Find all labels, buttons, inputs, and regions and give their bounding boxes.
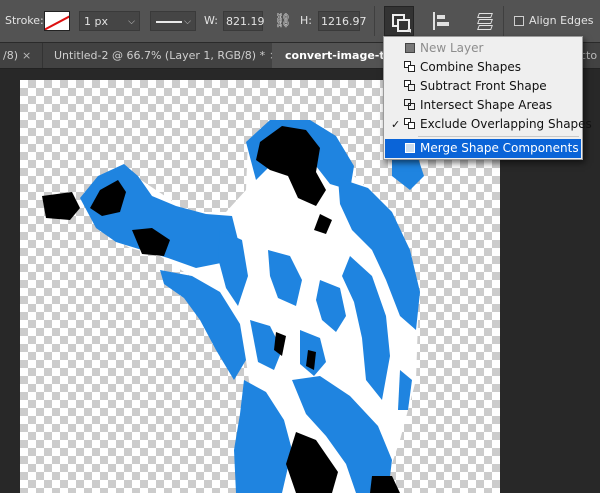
menu-item-label: New Layer [420,41,484,55]
stroke-type-dropdown[interactable]: ⌵ [150,11,196,31]
menu-item-label: Merge Shape Components [420,141,579,155]
align-edges-checkbox[interactable] [514,16,524,26]
tab-label: convert-image-to [285,49,384,62]
height-field[interactable]: 1216.97 [318,11,367,31]
combine-shapes-icon [404,61,416,73]
photoshop-window: Stroke: 1 px ⌵ ⌵ W: 821.19 ⛓ H: 1216.97 [0,0,600,493]
chevron-down-icon: ⌵ [184,17,191,27]
height-label: H: [300,14,312,27]
menu-item-combine-shapes[interactable]: Combine Shapes [385,58,581,77]
width-label: W: [204,14,218,27]
chevron-down-icon: ⌵ [128,17,135,27]
exclude-overlapping-shapes-icon [404,118,416,130]
stroke-width-value: 1 px [84,15,108,28]
menu-item-intersect-shape-areas[interactable]: Intersect Shape Areas [385,96,581,115]
dropdown-triangle-icon [407,29,411,33]
document-tab-active[interactable]: convert-image-to [272,43,384,68]
menu-item-label: Exclude Overlapping Shapes [420,117,592,131]
close-icon[interactable]: × [22,49,31,62]
stroke-line-icon [156,21,182,23]
height-value: 1216.97 [321,15,367,28]
path-arrangement-icon[interactable] [476,11,494,31]
align-edges-label: Align Edges [529,14,594,27]
toolbar-divider [374,6,375,36]
menu-item-label: Intersect Shape Areas [420,98,553,112]
stroke-width-field[interactable]: 1 px ⌵ [79,11,140,31]
menu-item-new-layer: New Layer [385,39,581,58]
link-icon[interactable]: ⛓ [274,11,292,31]
menu-item-label: Subtract Front Shape [420,79,547,93]
document-tab[interactable]: cto [580,43,600,68]
document-tab[interactable]: /8) × [0,43,42,68]
subtract-front-shape-icon [404,80,416,92]
checkmark-icon: ✓ [391,118,401,131]
menu-item-merge-shape-components[interactable]: Merge Shape Components [385,139,581,158]
width-value: 821.19 [226,15,265,28]
path-operations-menu: New Layer Combine Shapes Subtract Front … [383,36,592,160]
menu-item-subtract-front-shape[interactable]: Subtract Front Shape [385,77,581,96]
menu-item-label: Combine Shapes [420,60,521,74]
width-field[interactable]: 821.19 [223,11,265,31]
tab-label: /8) [3,49,18,62]
tab-label: Untitled-2 @ 66.7% (Layer 1, RGB/8) * [54,49,266,62]
menu-separator [418,136,579,137]
menu-item-exclude-overlapping-shapes[interactable]: ✓ Exclude Overlapping Shapes [385,115,592,134]
merge-shape-components-icon [404,142,416,154]
intersect-shape-areas-icon [404,99,416,111]
path-operations-button[interactable] [384,6,414,36]
document-tab[interactable]: Untitled-2 @ 66.7% (Layer 1, RGB/8) *× [42,43,278,68]
toolbar-divider [503,6,504,36]
path-alignment-icon[interactable] [432,12,450,30]
new-layer-icon [404,42,416,54]
stroke-color-swatch[interactable] [44,11,70,31]
stroke-label: Stroke: [5,14,44,27]
